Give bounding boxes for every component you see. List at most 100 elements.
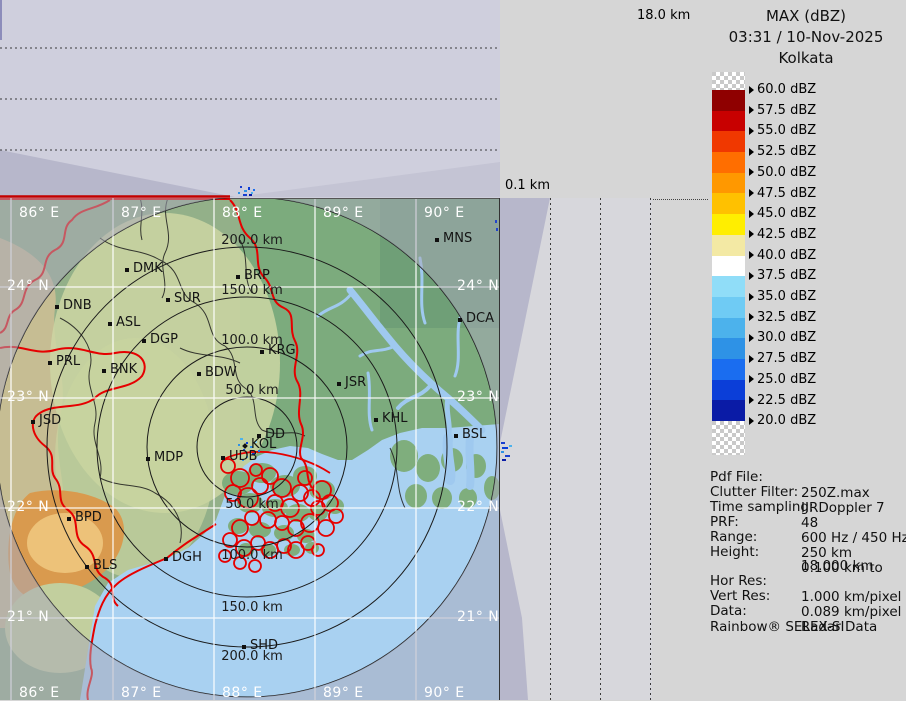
latitude-label: 24° N	[457, 278, 499, 294]
legend-level-text: 32.5 dBZ	[757, 310, 816, 325]
radar-application-window: { "header": { "product": "MAX (dBZ)", "d…	[0, 0, 906, 700]
city-label-ASL: ASL	[116, 315, 140, 330]
city-marker-ASL	[108, 322, 112, 326]
longitude-label: 89° E	[323, 685, 364, 701]
software-brand: Rainbow® SELEX-SI	[710, 619, 844, 635]
city-label-MDP: MDP	[154, 450, 183, 465]
metadata-value: 18.000 km	[801, 558, 874, 574]
city-marker-DGH	[164, 557, 168, 561]
legend-tick-arrow-icon	[749, 189, 754, 197]
city-marker-MDP	[146, 457, 150, 461]
latitude-label: 23° N	[7, 389, 49, 405]
legend-level-label: 30.0 dBZ	[749, 330, 816, 345]
legend-tick-arrow-icon	[749, 168, 754, 176]
metadata-label: Height:	[710, 544, 906, 560]
legend-band	[712, 338, 745, 359]
metadata-row: Height:0.100 km to	[710, 544, 906, 560]
legend-band	[712, 256, 745, 277]
legend-header: MAX (dBZ) 03:31 / 10-Nov-2025 Kolkata	[706, 6, 906, 69]
legend-band	[712, 72, 745, 90]
metadata-label: PRF:	[710, 514, 906, 530]
range-ring-label: 100.0 km	[221, 548, 283, 563]
city-label-BPD: BPD	[75, 510, 102, 525]
city-marker-SUR	[166, 298, 170, 302]
longitude-label: 87° E	[121, 685, 162, 701]
product-datetime: 03:31 / 10-Nov-2025	[706, 27, 906, 48]
longitude-label: 90° E	[424, 685, 465, 701]
city-label-JSD: JSD	[39, 413, 61, 428]
city-marker-BSL	[454, 434, 458, 438]
legend-level-text: 55.0 dBZ	[757, 123, 816, 138]
right-panel-graphics	[500, 198, 652, 700]
city-marker-KHL	[374, 418, 378, 422]
height-axis-max-label: 18.0 km	[637, 8, 690, 23]
legend-level-text: 57.5 dBZ	[757, 103, 816, 118]
legend-level-text: 42.5 dBZ	[757, 227, 816, 242]
city-marker-UDB	[221, 456, 225, 460]
legend-level-label: 42.5 dBZ	[749, 227, 816, 242]
legend-level-text: 40.0 dBZ	[757, 248, 816, 263]
city-label-UDB: UDB	[229, 449, 257, 464]
metadata-row: Pdf File:250Z.max	[710, 469, 906, 485]
city-label-SUR: SUR	[174, 291, 201, 306]
legend-band	[712, 400, 745, 421]
legend-level-text: 45.0 dBZ	[757, 206, 816, 221]
legend-band	[712, 276, 745, 297]
legend-tick-arrow-icon	[749, 293, 754, 301]
legend-tick-arrow-icon	[749, 106, 754, 114]
legend-band	[712, 152, 745, 173]
city-label-MNS: MNS	[443, 231, 472, 246]
legend-tick-arrow-icon	[749, 127, 754, 135]
legend-level-label: 60.0 dBZ	[749, 82, 816, 97]
city-label-DGP: DGP	[150, 332, 178, 347]
city-marker-JSD	[31, 420, 35, 424]
legend-band	[712, 359, 745, 380]
station-name: Kolkata	[706, 48, 906, 69]
legend-level-label: 47.5 dBZ	[749, 186, 816, 201]
city-label-JSR: JSR	[345, 375, 366, 390]
legend-tick-arrow-icon	[749, 272, 754, 280]
metadata-label: Data:	[710, 603, 906, 619]
city-marker-BNK	[102, 369, 106, 373]
city-marker-DCA	[458, 318, 462, 322]
metadata-label: Range:	[710, 529, 906, 545]
city-label-BLS: BLS	[93, 558, 117, 573]
legend-level-label: 52.5 dBZ	[749, 144, 816, 159]
longitude-label: 88° E	[222, 205, 263, 221]
range-ring-label: 50.0 km	[225, 497, 278, 512]
city-label-DCA: DCA	[466, 311, 494, 326]
city-label-SHD: SHD	[250, 638, 278, 653]
legend-level-label: 37.5 dBZ	[749, 268, 816, 283]
city-label-DGH: DGH	[172, 550, 202, 565]
metadata-row: Hor Res:1.000 km/pixel	[710, 573, 906, 589]
metadata-label: Vert Res:	[710, 588, 906, 604]
legend-tick-arrow-icon	[749, 417, 754, 425]
legend-tick-arrow-icon	[749, 396, 754, 404]
city-marker-DGP	[142, 339, 146, 343]
legend-tick-arrow-icon	[749, 334, 754, 342]
legend-band	[712, 131, 745, 152]
legend-band	[712, 193, 745, 214]
city-label-BDW: BDW	[205, 365, 237, 380]
latitude-label: 22° N	[7, 499, 49, 515]
city-label-DMK: DMK	[133, 261, 163, 276]
city-label-DNB: DNB	[63, 298, 92, 313]
legend-band	[712, 90, 745, 111]
legend-level-text: 60.0 dBZ	[757, 82, 816, 97]
legend-band	[712, 380, 745, 401]
city-marker-SHD	[242, 645, 246, 649]
radar-map-panel: 86° E86° E87° E87° E88° E88° E89° E89° E…	[0, 198, 500, 700]
city-marker-KRG	[260, 350, 264, 354]
latitude-label: 24° N	[7, 278, 49, 294]
vertical-projection-panel-top	[0, 0, 500, 198]
legend-level-text: 27.5 dBZ	[757, 351, 816, 366]
legend-level-label: 25.0 dBZ	[749, 372, 816, 387]
longitude-label: 89° E	[323, 205, 364, 221]
metadata-label: Pdf File:	[710, 469, 906, 485]
latitude-label: 23° N	[457, 389, 499, 405]
legend-level-text: 25.0 dBZ	[757, 372, 816, 387]
city-label-BRP: BRP	[244, 268, 270, 283]
metadata-label: Hor Res:	[710, 573, 906, 589]
legend-level-label: 32.5 dBZ	[749, 310, 816, 325]
city-marker-BDW	[197, 372, 201, 376]
